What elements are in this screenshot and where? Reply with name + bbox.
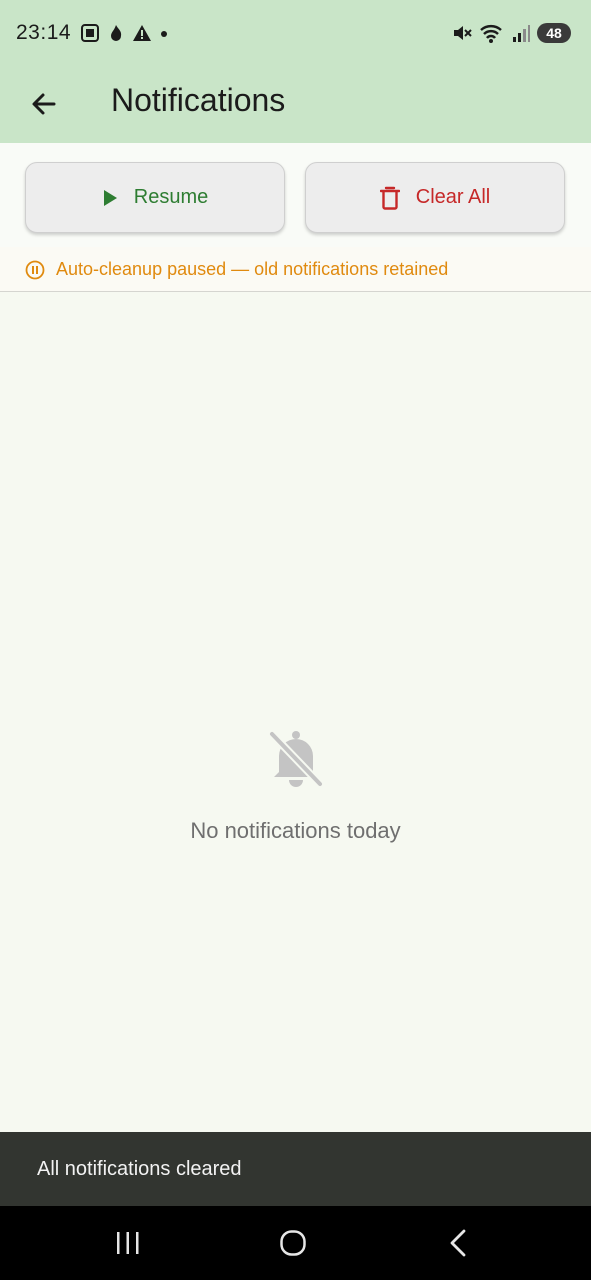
clear-all-button[interactable]: Clear All — [305, 162, 565, 233]
notification-list: No notifications today — [0, 292, 591, 1132]
arrow-back-icon — [32, 93, 56, 115]
battery-icon: 48 — [537, 23, 571, 43]
trash-icon — [379, 186, 400, 210]
status-right-icons: 48 — [451, 20, 571, 46]
notifications-off-icon — [269, 731, 323, 787]
status-bar: 23:14 48 — [0, 0, 591, 66]
snackbar-text: All notifications cleared — [37, 1158, 242, 1180]
wifi-6e-icon — [480, 25, 502, 43]
cleanup-paused-banner: Auto-cleanup paused — old notifications … — [0, 247, 591, 292]
mute-icon — [454, 26, 472, 40]
page-title: Notifications — [111, 82, 286, 118]
status-time: 23:14 — [16, 21, 72, 44]
banner-text: Auto-cleanup paused — old notifications … — [56, 259, 449, 279]
play-icon — [103, 189, 117, 206]
back-button[interactable] — [24, 84, 64, 124]
clear-all-label: Clear All — [415, 186, 491, 208]
signal-icon — [513, 25, 530, 42]
resume-label: Resume — [133, 186, 209, 208]
pause-circle-icon — [25, 260, 45, 280]
status-left-icons — [80, 22, 170, 44]
system-nav-bar — [0, 1206, 591, 1280]
app-bar: Notifications — [0, 66, 591, 143]
fire-icon — [111, 25, 122, 41]
action-buttons: Resume Clear All — [0, 143, 591, 247]
warning-icon — [133, 25, 151, 41]
resume-button[interactable]: Resume — [25, 162, 285, 233]
nav-back-button[interactable] — [428, 1218, 488, 1268]
dot-icon — [161, 31, 167, 37]
home-icon — [280, 1230, 306, 1256]
recent-apps-icon — [117, 1232, 139, 1254]
empty-state-text: No notifications today — [190, 818, 401, 843]
screenshot-icon — [81, 24, 99, 42]
snackbar: All notifications cleared — [0, 1132, 591, 1206]
back-icon — [450, 1229, 466, 1257]
home-button[interactable] — [263, 1218, 323, 1268]
recent-apps-button[interactable] — [98, 1218, 158, 1268]
